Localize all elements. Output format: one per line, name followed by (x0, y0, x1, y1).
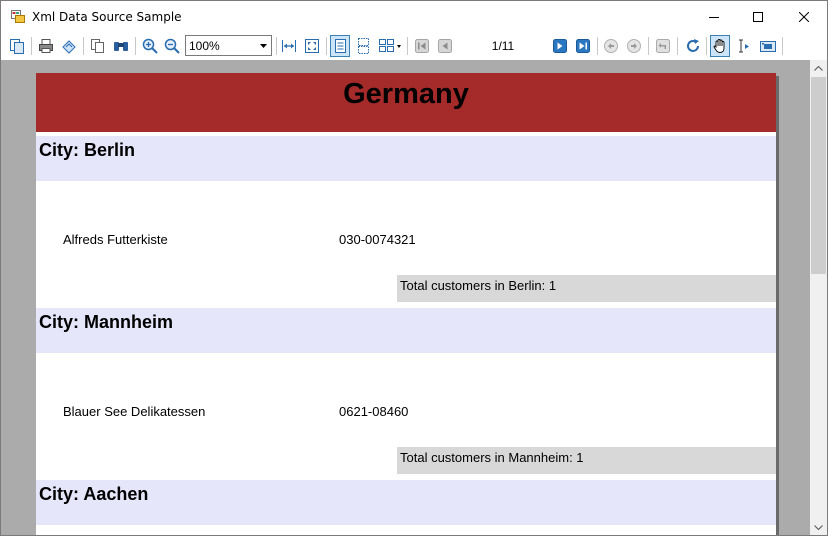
page-counter: 1/11 (491, 39, 515, 53)
next-page-button[interactable] (550, 35, 570, 57)
continuous-pages-icon (358, 38, 369, 54)
zoom-dropdown-button[interactable] (255, 36, 271, 55)
maximize-icon (753, 11, 763, 22)
print-button[interactable] (36, 35, 56, 57)
group-total: Total customers in Berlin: 1 (397, 275, 776, 302)
zoom-combo[interactable]: 100% (185, 35, 272, 56)
customer-name: Alfreds Futterkiste (63, 232, 168, 247)
single-page-button[interactable] (330, 35, 350, 57)
customer-name: Blauer See Delikatessen (63, 404, 206, 419)
find-button[interactable] (111, 35, 131, 57)
close-button[interactable] (781, 1, 827, 32)
forward-button[interactable] (624, 35, 644, 57)
copy-pages-button[interactable] (7, 35, 27, 57)
toolbar: 100% 1/11 (1, 32, 827, 60)
hand-icon (713, 39, 725, 53)
printer-icon (39, 39, 53, 53)
city-label: City: Mannheim (39, 312, 174, 332)
copy-button[interactable] (88, 35, 108, 57)
whole-page-button[interactable] (302, 35, 322, 57)
scroll-up-button[interactable] (810, 60, 827, 77)
country-title: Germany (343, 78, 469, 110)
zoom-out-icon (164, 38, 180, 54)
group-total-label: Total customers in Mannheim: 1 (400, 450, 584, 465)
zoom-value: 100% (189, 39, 220, 53)
last-page-icon (576, 39, 590, 53)
refresh-button[interactable] (683, 35, 703, 57)
chevron-up-icon (814, 66, 823, 71)
city-label: City: Aachen (39, 484, 149, 504)
first-page-button[interactable] (412, 35, 432, 57)
back-arrow-icon (604, 39, 618, 53)
customer-phone: 030-0074321 (339, 232, 416, 247)
title-bar: Xml Data Source Sample (1, 1, 827, 32)
page-setup-button[interactable] (59, 35, 79, 57)
app-window: Xml Data Source Sample 100% 1/11 Germany… (0, 0, 828, 536)
minimize-icon (709, 16, 719, 18)
page-width-button[interactable] (279, 35, 299, 57)
back-button[interactable] (601, 35, 621, 57)
report-page: Germany City: Berlin Alfreds Futterkiste… (36, 73, 776, 535)
minimize-button[interactable] (691, 1, 737, 32)
scroll-down-button[interactable] (810, 519, 827, 535)
text-cursor-icon (739, 39, 749, 53)
report-viewer[interactable]: Germany City: Berlin Alfreds Futterkiste… (1, 60, 810, 535)
city-group-header: City: Berlin (36, 136, 776, 181)
chevron-down-icon (259, 43, 267, 48)
copy-icon (91, 39, 104, 53)
app-icon (11, 10, 25, 23)
close-icon (799, 11, 809, 22)
multiple-pages-icon (379, 39, 401, 52)
previous-page-button[interactable] (435, 35, 455, 57)
country-banner: Germany (36, 73, 776, 132)
scroll-thumb[interactable] (811, 77, 826, 274)
zoom-in-button[interactable] (140, 35, 160, 57)
last-page-button[interactable] (573, 35, 593, 57)
single-page-icon (335, 39, 346, 53)
maximize-button[interactable] (735, 1, 781, 32)
selection-mode-button[interactable] (734, 35, 754, 57)
first-page-icon (415, 39, 429, 53)
vertical-scrollbar[interactable] (810, 60, 827, 535)
snapshot-button[interactable] (758, 35, 778, 57)
next-page-icon (553, 39, 567, 53)
previous-page-icon (438, 39, 452, 53)
copy-pages-icon (10, 39, 24, 54)
page-setup-icon (62, 40, 76, 54)
binoculars-icon (114, 42, 128, 51)
group-total: Total customers in Mannheim: 1 (397, 447, 776, 474)
refresh-icon (687, 39, 699, 52)
zoom-out-button[interactable] (162, 35, 182, 57)
fit-width-icon (282, 40, 296, 52)
chevron-down-icon (814, 525, 823, 530)
zoom-in-icon (142, 38, 158, 54)
city-group-header: City: Aachen (36, 480, 776, 525)
continuous-page-button[interactable] (353, 35, 373, 57)
window-title: Xml Data Source Sample (32, 10, 182, 24)
multiple-pages-button[interactable] (376, 35, 404, 57)
city-group-header: City: Mannheim (36, 308, 776, 353)
city-label: City: Berlin (39, 140, 136, 160)
customer-phone: 0621-08460 (339, 404, 409, 419)
group-total-label: Total customers in Berlin: 1 (400, 278, 557, 293)
forward-arrow-icon (627, 39, 641, 53)
back-to-parent-button[interactable] (653, 35, 673, 57)
fit-page-icon (305, 39, 319, 53)
back-to-parent-icon (656, 39, 670, 53)
snapshot-icon (760, 41, 776, 52)
pan-mode-button[interactable] (710, 35, 730, 57)
